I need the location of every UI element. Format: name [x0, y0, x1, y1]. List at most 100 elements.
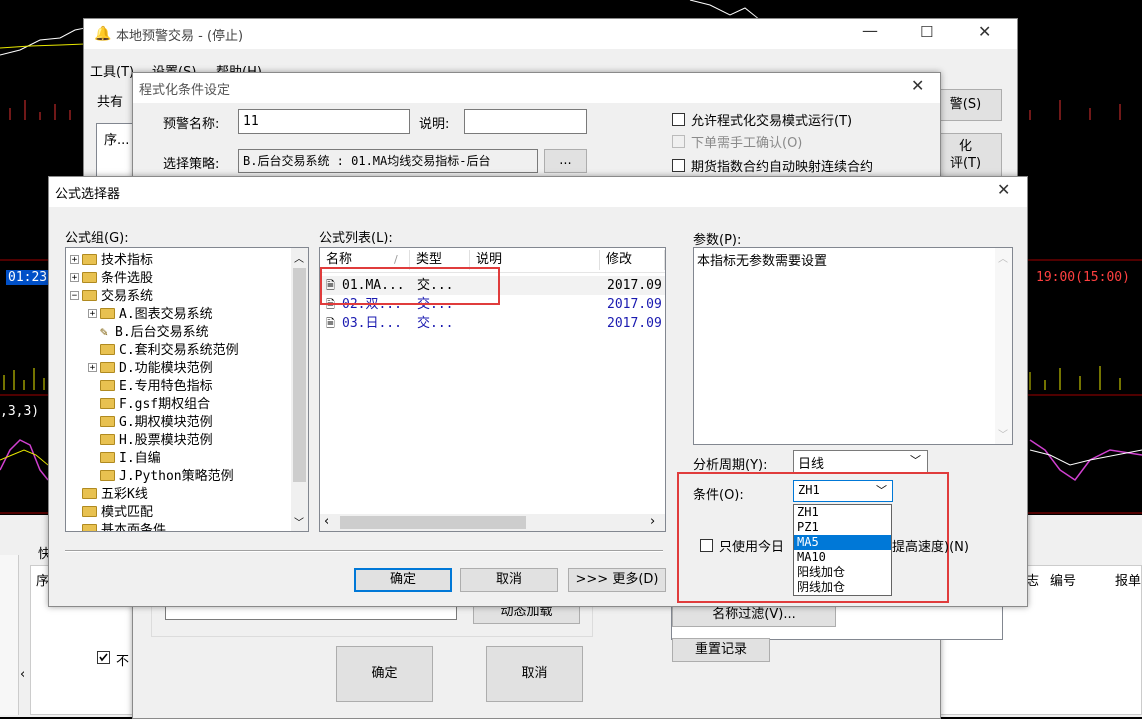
header-name[interactable]: 名称 / — [320, 250, 410, 270]
tree-item[interactable]: − 交易系统 — [70, 285, 153, 304]
tree-item[interactable]: F.gsf期权组合 — [100, 393, 210, 412]
list-hscroll-thumb[interactable] — [340, 516, 526, 529]
list-item[interactable]: 🗎 03.日... 交... 2017.09 — [322, 314, 665, 333]
tree-item-label: H.股票模块范例 — [119, 433, 213, 448]
strategy-label: 选择策略: — [163, 157, 220, 172]
condition-option-selected[interactable]: MA5 — [794, 535, 891, 550]
tree-item[interactable]: + A.图表交易系统 — [88, 303, 213, 322]
close-icon[interactable]: ✕ — [997, 180, 1010, 199]
formula-more-button[interactable]: >>> 更多(D) — [568, 568, 666, 592]
tree-item[interactable]: 模式匹配 — [82, 501, 154, 520]
tree-item[interactable]: + 条件选股 — [70, 267, 154, 286]
strategy-field[interactable]: B.后台交易系统 : 01.MA均线交易指标-后台 — [238, 149, 538, 173]
folder-icon — [82, 290, 97, 301]
tree-item[interactable]: J.Python策略范例 — [100, 465, 234, 484]
condition-option[interactable]: 阳线加仓 — [794, 565, 891, 580]
formula-list-header: 名称 / 类型 说明 修改 — [320, 250, 665, 273]
manual-confirm-checkbox[interactable] — [672, 135, 685, 148]
bottom-not-label: 不 — [116, 654, 130, 669]
setup-cancel-button[interactable]: 取消 — [486, 646, 583, 702]
list-item-type: 交... — [417, 278, 454, 293]
period-select[interactable]: 日线 ﹀ — [793, 450, 928, 473]
reset-record-button[interactable]: 重置记录 — [672, 638, 770, 662]
alert-name-input[interactable] — [238, 109, 410, 134]
minimize-icon[interactable]: — — [862, 21, 878, 40]
chevron-down-icon[interactable]: ﹀ — [998, 426, 1008, 441]
bell-icon: 🔔 — [94, 26, 112, 42]
tree-item-label: J.Python策略范例 — [119, 469, 234, 484]
bottom-col-report[interactable]: 报单 — [1115, 570, 1141, 589]
chevron-left-icon[interactable]: ‹ — [324, 514, 329, 529]
tree-expander[interactable]: − — [70, 291, 79, 301]
tree-item[interactable]: 五彩K线 — [82, 483, 148, 502]
condition-label: 条件(O): — [693, 488, 744, 503]
period-select-value: 日线 — [798, 457, 825, 472]
header-modified[interactable]: 修改 — [600, 250, 665, 270]
chevron-down-icon[interactable]: ﹀ — [294, 514, 304, 529]
chevron-right-icon[interactable]: › — [650, 514, 655, 529]
list-item[interactable]: 🗎 01.MA... 交... 2017.09 — [322, 276, 665, 295]
condition-option[interactable]: PZ1 — [794, 520, 891, 535]
param-label: 参数(P): — [693, 233, 742, 248]
param-scrollbar[interactable]: ︿ ﹀ — [995, 248, 1012, 444]
formula-list[interactable]: 名称 / 类型 说明 修改 🗎 01.MA... 交... 2017.09 🗎 0… — [319, 247, 666, 532]
tree-expander[interactable]: + — [88, 309, 97, 319]
folder-icon — [82, 506, 97, 517]
desc-label: 说明: — [419, 117, 450, 132]
period-label: 分析周期(Y): — [693, 458, 768, 473]
folder-icon — [100, 416, 115, 427]
formula-icon: 🗎 — [326, 279, 335, 292]
tree-scrollbar[interactable]: ︿ ﹀ — [291, 248, 308, 531]
tree-expander[interactable]: + — [70, 273, 79, 283]
tree-item[interactable]: 基本面条件 — [82, 519, 166, 531]
today-only-checkbox[interactable] — [700, 539, 713, 552]
tree-item[interactable]: H.股票模块范例 — [100, 429, 213, 448]
bottom-left-arrow[interactable]: ‹ — [20, 667, 25, 682]
condition-option[interactable]: 阴线加仓 — [794, 580, 891, 595]
alert-list-seq-col[interactable]: 序... — [104, 129, 129, 148]
allow-program-checkbox[interactable] — [672, 113, 685, 126]
list-hscrollbar[interactable]: ‹ › — [320, 514, 665, 531]
formula-ok-button[interactable]: 确定 — [354, 568, 452, 592]
setup-ok-button[interactable]: 确定 — [336, 646, 433, 702]
tree-item[interactable]: I.自编 — [100, 447, 161, 466]
tree-item[interactable]: + 技术指标 — [70, 249, 153, 268]
menu-tools[interactable]: 工具(T) — [90, 61, 134, 80]
close-icon[interactable]: ✕ — [978, 22, 991, 41]
tree-item[interactable]: C.套利交易系统范例 — [100, 339, 239, 358]
tree-item[interactable]: G.期权模块范例 — [100, 411, 213, 430]
close-icon[interactable]: ✕ — [911, 76, 924, 95]
condition-select[interactable]: ZH1 ﹀ — [793, 480, 893, 502]
tree-item-label: B.后台交易系统 — [115, 325, 209, 340]
time-label-right: 19:00(15:00) — [1036, 270, 1130, 285]
desc-input[interactable] — [464, 109, 587, 134]
formula-group-tree[interactable]: + 技术指标 + 条件选股 − 交易系统 + A.图表交易系统 ✎ B.后台交易系统 C.… — [65, 247, 309, 532]
formula-list-label: 公式列表(L): — [319, 231, 393, 246]
bottom-col-number[interactable]: 编号 — [1050, 570, 1076, 589]
tree-item[interactable]: E.专用特色指标 — [100, 375, 213, 394]
formula-selector-window: 公式选择器 ✕ 公式组(G): 公式列表(L): 参数(P): + 技术指标 + 条… — [48, 176, 1028, 607]
tree-scroll-thumb[interactable] — [293, 268, 306, 482]
chevron-up-icon[interactable]: ︿ — [998, 250, 1008, 265]
list-item[interactable]: 🗎 02.双... 交... 2017.09 — [322, 295, 665, 314]
formula-cancel-button[interactable]: 取消 — [460, 568, 558, 592]
condition-dropdown-list[interactable]: ZH1 PZ1 MA5 MA10 阳线加仓 阴线加仓 — [793, 504, 892, 596]
tree-expander[interactable]: + — [70, 255, 79, 265]
tree-item[interactable]: + D.功能模块范例 — [88, 357, 213, 376]
tree-item-label: 条件选股 — [101, 271, 154, 286]
chevron-up-icon[interactable]: ︿ — [294, 250, 304, 265]
header-type[interactable]: 类型 — [410, 250, 470, 270]
maximize-icon[interactable]: ☐ — [920, 23, 933, 41]
tree-item[interactable]: ✎ B.后台交易系统 — [100, 321, 209, 340]
strategy-browse-button[interactable]: ... — [544, 149, 587, 173]
header-desc[interactable]: 说明 — [470, 250, 600, 270]
tree-item-label: 模式匹配 — [101, 505, 154, 520]
bottom-not-checkbox[interactable] — [97, 651, 110, 664]
condition-setup-title: 程式化条件设定 — [139, 83, 231, 98]
alert-name-label: 预警名称: — [163, 117, 220, 132]
tree-expander[interactable]: + — [88, 363, 97, 373]
header-modified-label: 修改 — [606, 252, 633, 267]
futures-map-checkbox[interactable] — [672, 159, 685, 172]
condition-option[interactable]: MA10 — [794, 550, 891, 565]
condition-option[interactable]: ZH1 — [794, 505, 891, 520]
